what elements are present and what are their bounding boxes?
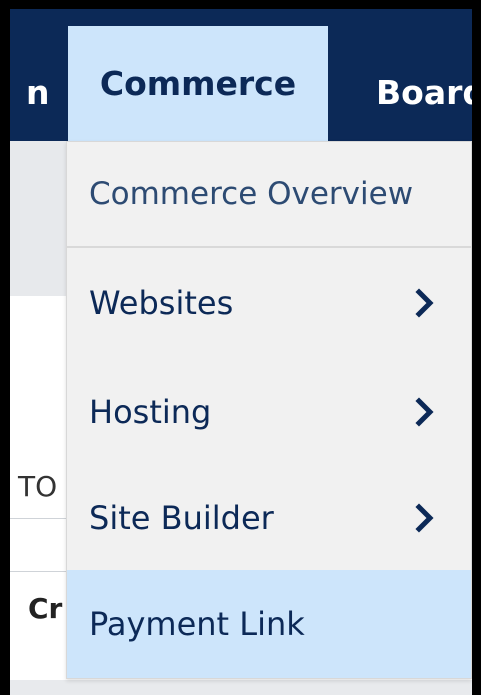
menu-item-hosting[interactable]: Hosting (67, 358, 471, 466)
page-footer-band (10, 680, 472, 695)
menu-item-label: Site Builder (89, 499, 274, 537)
menu-item-commerce-overview[interactable]: Commerce Overview (67, 142, 471, 246)
nav-item-board-label: Board (376, 72, 481, 112)
menu-item-websites[interactable]: Websites (67, 248, 471, 358)
nav-item-commerce[interactable]: Commerce (68, 26, 328, 141)
menu-item-label: Commerce Overview (89, 176, 414, 212)
background-text-to: TO (18, 470, 58, 503)
commerce-dropdown-menu: Commerce Overview Websites Hosting Site … (66, 141, 472, 679)
background-text-cr: Cr (28, 592, 63, 625)
menu-item-label: Hosting (89, 393, 212, 431)
menu-item-site-builder[interactable]: Site Builder (67, 466, 471, 570)
menu-item-label: Payment Link (89, 605, 305, 643)
nav-item-prev-label: n (26, 72, 50, 112)
frame-left-border (0, 0, 10, 695)
menu-item-payment-link[interactable]: Payment Link (67, 570, 471, 678)
frame-top-border (0, 0, 481, 9)
frame-right-border (472, 0, 481, 695)
nav-item-commerce-label: Commerce (99, 64, 297, 103)
nav-item-board[interactable]: Board (376, 9, 481, 141)
chevron-right-icon (409, 502, 441, 534)
chevron-right-icon (409, 287, 441, 319)
nav-item-prev[interactable]: n (26, 9, 50, 141)
chevron-right-icon (409, 396, 441, 428)
menu-item-label: Websites (89, 284, 234, 322)
